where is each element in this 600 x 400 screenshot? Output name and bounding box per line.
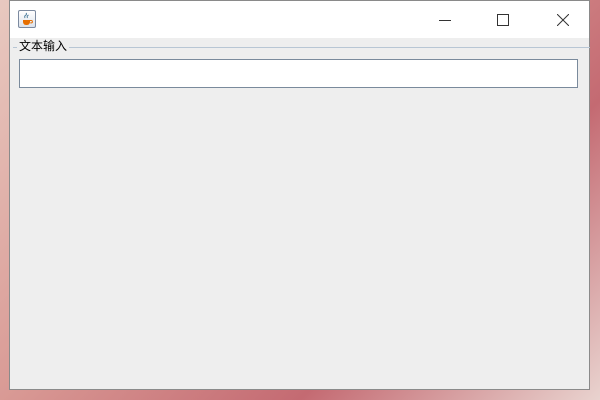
close-button[interactable]: [540, 1, 586, 38]
maximize-icon: [497, 14, 509, 26]
java-cup-icon[interactable]: [18, 10, 36, 28]
title-bar[interactable]: [10, 1, 589, 38]
group-legend: 文本输入: [17, 39, 70, 54]
text-input-field[interactable]: [19, 59, 578, 88]
maximize-button[interactable]: [480, 1, 526, 38]
close-icon: [557, 14, 569, 26]
group-border: [13, 47, 590, 48]
app-window: 文本输入: [9, 0, 590, 390]
minimize-icon: [439, 20, 451, 21]
text-input-group: 文本输入: [13, 39, 590, 387]
minimize-button[interactable]: [422, 1, 468, 38]
